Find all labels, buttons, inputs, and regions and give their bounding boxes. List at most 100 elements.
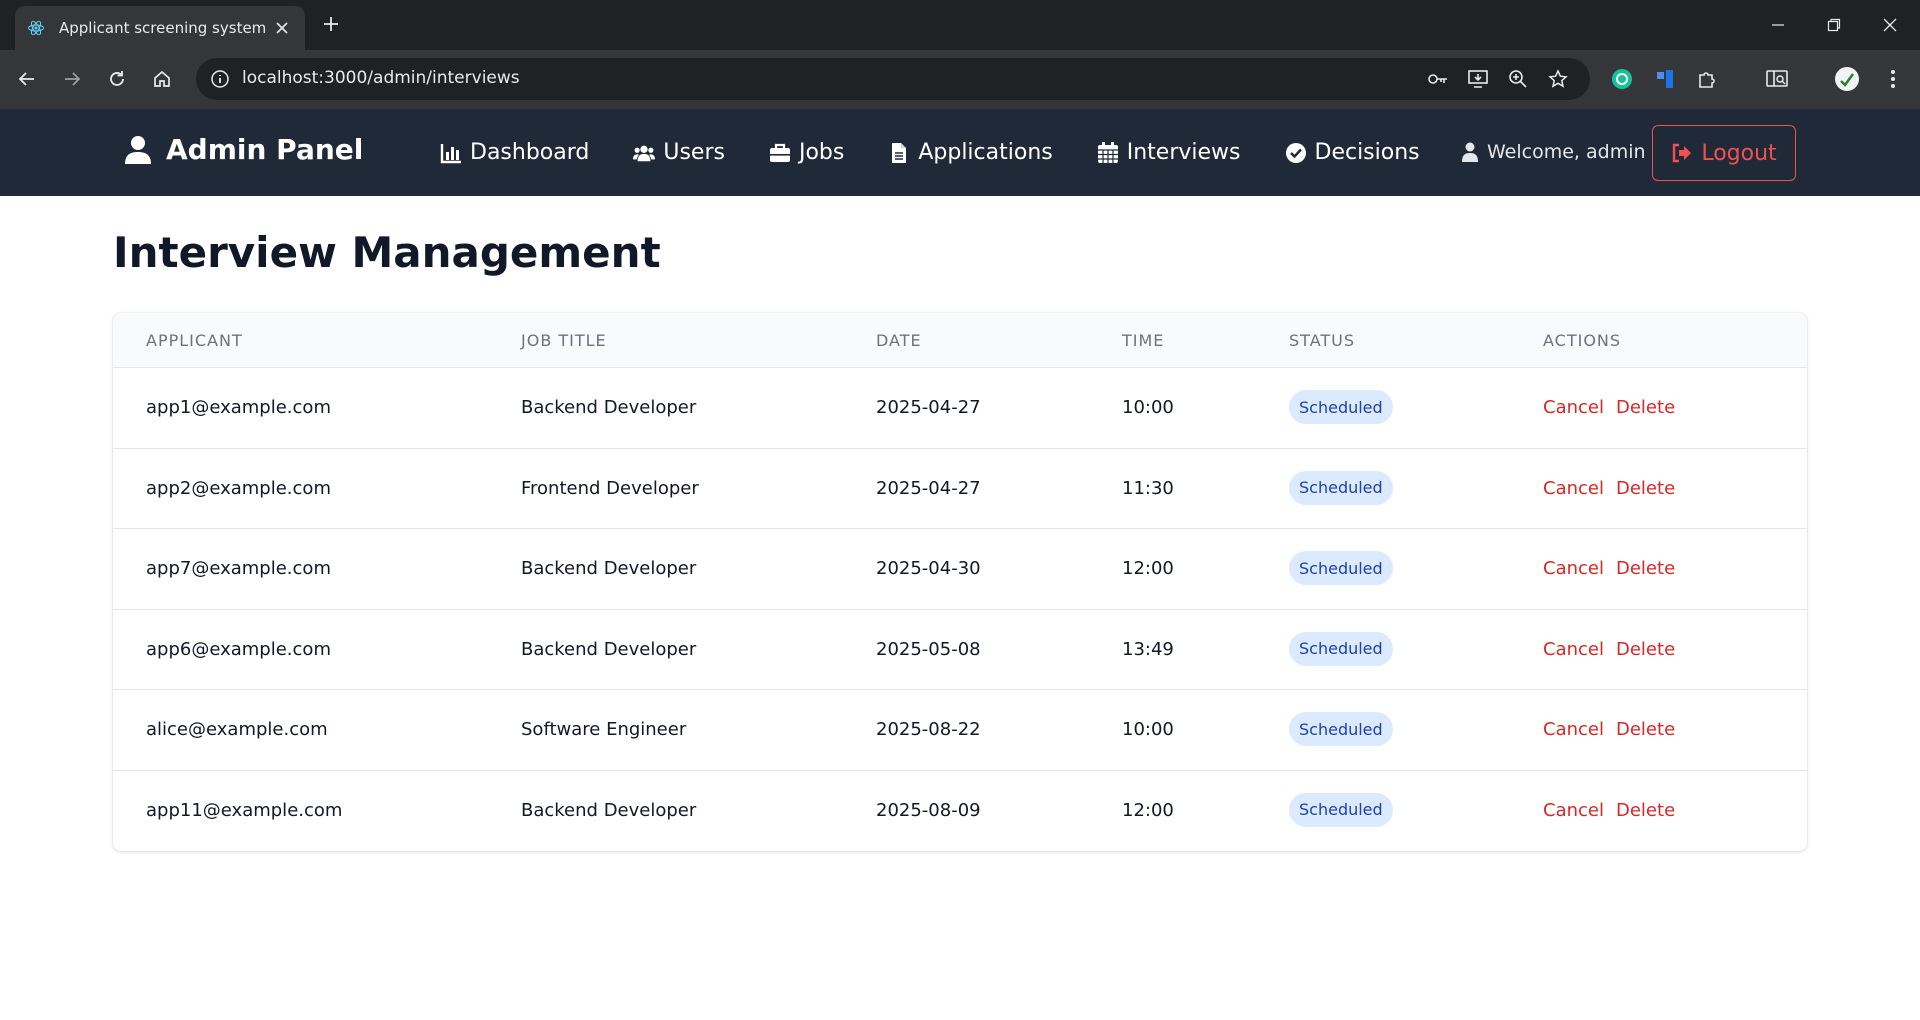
zoom-icon[interactable] [1506,67,1530,91]
cancel-button[interactable]: Cancel [1543,719,1604,740]
status-badge: Scheduled [1289,551,1393,585]
delete-button[interactable]: Delete [1616,800,1675,821]
interview-date: 2025-08-09 [876,799,981,821]
table-header: APPLICANT JOB TITLE DATE TIME STATUS ACT… [113,313,1807,368]
applicant-email: app11@example.com [146,799,343,821]
applicant-email: app7@example.com [146,558,331,579]
interview-time: 12:00 [1122,799,1174,821]
nav-users[interactable]: Users [633,140,725,165]
grammarly-icon[interactable] [1605,62,1639,96]
back-icon[interactable] [10,62,44,96]
user-icon [1462,142,1478,162]
header-job-title: JOB TITLE [521,331,607,350]
nav-links: Dashboard Users Jobs Applications Interv… [440,109,1464,196]
interview-date: 2025-05-08 [876,638,981,660]
header-applicant: APPLICANT [146,331,243,350]
cancel-button[interactable]: Cancel [1543,478,1604,499]
extensions-puzzle-icon[interactable] [1690,62,1724,96]
nav-decisions-label: Decisions [1314,140,1420,165]
interviews-table: APPLICANT JOB TITLE DATE TIME STATUS ACT… [113,313,1807,851]
cancel-button[interactable]: Cancel [1543,558,1604,579]
browser-tabstrip: Applicant screening system [0,0,1920,50]
extension-blue-icon[interactable] [1648,62,1682,96]
job-title: Backend Developer [521,799,697,821]
delete-button[interactable]: Delete [1616,719,1675,740]
logout-label: Logout [1701,140,1777,166]
browser-toolbar: localhost:3000/admin/interviews [0,50,1920,109]
status-badge: Scheduled [1289,631,1393,666]
interview-date: 2025-08-22 [876,719,981,740]
delete-button[interactable]: Delete [1616,558,1675,579]
job-title: Backend Developer [521,638,697,660]
table-row: app11@example.com Backend Developer 2025… [113,771,1807,852]
nav-users-label: Users [663,140,725,165]
nav-interviews[interactable]: Interviews [1097,140,1241,165]
tab-title: Applicant screening system [59,19,267,37]
nav-dashboard-label: Dashboard [470,140,590,165]
job-title: Frontend Developer [521,477,699,499]
interview-time: 10:00 [1122,397,1174,418]
table-row: app2@example.com Frontend Developer 2025… [113,449,1807,529]
interview-time: 11:30 [1122,477,1174,499]
table-row: app1@example.com Backend Developer 2025-… [113,368,1807,449]
welcome-message: Welcome, admin [1461,141,1646,163]
page-title: Interview Management [113,228,661,277]
address-bar[interactable]: localhost:3000/admin/interviews [196,58,1590,100]
interview-time: 12:00 [1122,558,1174,579]
applicant-email: app1@example.com [146,397,331,418]
profile-avatar-icon[interactable] [1830,62,1864,96]
nav-decisions[interactable]: Decisions [1285,140,1420,165]
nav-applications-label: Applications [918,140,1053,165]
header-date: DATE [876,331,922,350]
nav-dashboard[interactable]: Dashboard [440,140,589,165]
nav-interviews-label: Interviews [1126,140,1241,165]
interview-time: 10:00 [1122,719,1174,740]
reload-icon[interactable] [100,62,134,96]
menu-kebab-icon[interactable] [1876,62,1910,96]
restore-icon[interactable] [1806,0,1862,50]
nav-applications[interactable]: Applications [888,140,1053,165]
briefcase-icon [769,143,790,162]
home-icon[interactable] [145,62,179,96]
url-text[interactable]: localhost:3000/admin/interviews [242,68,520,88]
status-badge: Scheduled [1289,712,1393,746]
status-badge: Scheduled [1289,792,1393,827]
applicant-email: app6@example.com [146,638,331,660]
header-status: STATUS [1289,331,1356,350]
delete-button[interactable]: Delete [1616,397,1675,418]
delete-button[interactable]: Delete [1616,478,1675,499]
table-row: alice@example.com Software Engineer 2025… [113,690,1807,771]
site-info-icon[interactable] [208,67,232,91]
cancel-button[interactable]: Cancel [1543,397,1604,418]
check-circle-icon [1285,142,1306,163]
browser-tab[interactable]: Applicant screening system [15,6,305,50]
interview-date: 2025-04-27 [876,397,981,418]
forward-icon[interactable] [55,62,89,96]
close-window-icon[interactable] [1862,0,1918,50]
react-icon [28,20,44,36]
install-app-icon[interactable] [1466,67,1490,91]
chart-icon [440,143,461,163]
interview-date: 2025-04-27 [876,477,981,499]
nav-jobs-label: Jobs [798,140,845,165]
interview-date: 2025-04-30 [876,558,981,579]
logout-button[interactable]: Logout [1652,125,1796,181]
cancel-button[interactable]: Cancel [1543,800,1604,821]
user-icon [125,135,151,164]
password-key-icon[interactable] [1426,67,1450,91]
close-tab-icon[interactable] [271,17,293,39]
cancel-button[interactable]: Cancel [1543,639,1604,660]
users-icon [633,145,656,161]
nav-jobs[interactable]: Jobs [769,140,844,165]
minimize-icon[interactable] [1750,0,1806,50]
job-title: Backend Developer [521,558,697,579]
status-badge: Scheduled [1289,470,1393,505]
new-tab-icon[interactable] [318,12,344,38]
side-panel-search-icon[interactable] [1760,62,1794,96]
bookmark-star-icon[interactable] [1546,67,1570,91]
delete-button[interactable]: Delete [1616,639,1675,660]
applicant-email: app2@example.com [146,477,331,499]
header-time: TIME [1122,331,1165,350]
brand-title: Admin Panel [166,133,364,166]
brand[interactable]: Admin Panel [124,133,363,166]
